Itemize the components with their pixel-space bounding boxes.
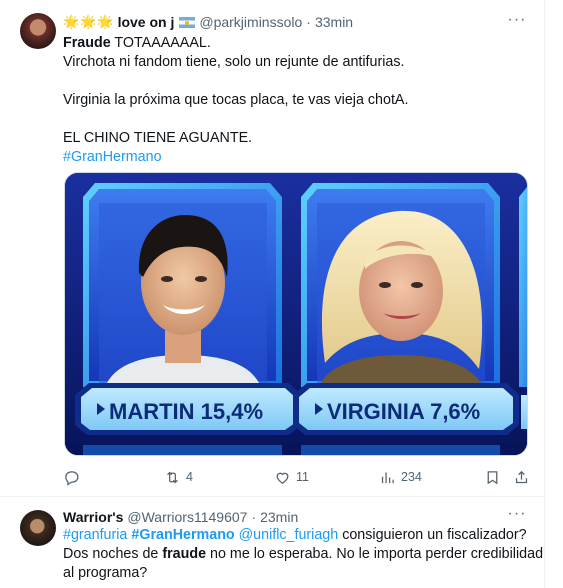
separator-dot: · xyxy=(306,14,311,30)
bold-word: fraude xyxy=(162,546,207,562)
text-fragment: no me lo esperaba. No le importa perder … xyxy=(206,546,544,562)
text-fragment: Dos noches de xyxy=(63,546,163,562)
mention-link[interactable]: @uniflc_furiagh xyxy=(239,527,339,543)
tweet-text: Fraude TOTAAAAAAL. Virchota ni fandom ti… xyxy=(63,34,533,167)
argentina-flag-icon xyxy=(179,16,196,28)
text-line: EL CHINO TIENE AGUANTE. xyxy=(63,130,253,146)
contestant-cards-image: MARTIN 15,4% VIRGINIA 7,6% xyxy=(65,173,527,455)
analytics-icon xyxy=(381,472,394,483)
text-line: Dos noches de fraude no me lo esperaba. … xyxy=(63,545,543,564)
views-button[interactable]: 234 xyxy=(379,467,422,487)
tweet-actions: 4 11 234 xyxy=(63,467,528,487)
retweet-count: 4 xyxy=(186,470,193,484)
display-name[interactable]: Warrior's xyxy=(63,509,123,525)
like-count: 11 xyxy=(296,470,309,484)
views-count: 234 xyxy=(401,470,422,484)
tweet[interactable]: Warrior's @Warriors1149607 · 23min ··· #… xyxy=(0,497,545,588)
label-text: VIRGINIA 7,6% xyxy=(327,399,480,424)
tweet-text: #granfuria #GranHermano @uniflc_furiagh … xyxy=(63,526,543,583)
like-button[interactable]: 11 xyxy=(274,467,309,487)
more-horizontal-icon[interactable]: ··· xyxy=(507,12,527,33)
user-handle[interactable]: @parkjiminssolo xyxy=(199,14,302,30)
bold-word: Fraude xyxy=(63,35,111,51)
timestamp[interactable]: 23min xyxy=(260,509,298,525)
star-emoji: 🌟🌟🌟 xyxy=(63,14,115,29)
bookmark-button[interactable] xyxy=(484,467,506,487)
text-fragment: TOTAAAAAAL. xyxy=(110,35,211,51)
tweet-header: Warrior's @Warriors1149607 · 23min xyxy=(63,507,298,527)
text-line: Fraude TOTAAAAAAL. xyxy=(63,34,533,53)
text-line: Virginia la próxima que tocas placa, te … xyxy=(63,92,409,108)
text-line: al programa? xyxy=(63,565,148,581)
hashtag-link[interactable]: #GranHermano xyxy=(131,527,234,543)
avatar[interactable] xyxy=(20,13,56,49)
hashtag-link[interactable]: #granfuria xyxy=(63,527,127,543)
label-virginia: VIRGINIA 7,6% xyxy=(293,383,519,435)
avatar[interactable] xyxy=(20,510,56,546)
separator-dot: · xyxy=(251,509,257,525)
label-martin: MARTIN 15,4% xyxy=(75,383,301,435)
share-button[interactable] xyxy=(513,467,535,487)
timestamp[interactable]: 33min xyxy=(315,14,353,30)
tweet-image[interactable]: MARTIN 15,4% VIRGINIA 7,6% xyxy=(64,172,528,456)
retweet-button[interactable]: 4 xyxy=(164,467,193,487)
timeline: 🌟🌟🌟 love on j @parkjiminssolo · 33min ··… xyxy=(0,0,545,588)
retweet-icon xyxy=(167,471,178,483)
card-martin xyxy=(83,183,282,387)
text-line: #granfuria #GranHermano @uniflc_furiagh … xyxy=(63,526,533,545)
text-line: Virchota ni fandom tiene, solo un rejunt… xyxy=(63,54,405,70)
user-handle[interactable]: @Warriors1149607 xyxy=(127,509,247,525)
tweet-header: 🌟🌟🌟 love on j @parkjiminssolo · 33min xyxy=(63,12,353,32)
hashtag-link[interactable]: #GranHermano xyxy=(63,148,533,167)
more-horizontal-icon[interactable]: ··· xyxy=(507,506,527,527)
reply-icon xyxy=(65,470,79,486)
tweet[interactable]: 🌟🌟🌟 love on j @parkjiminssolo · 33min ··… xyxy=(0,0,545,497)
display-name[interactable]: love on j xyxy=(118,14,175,30)
label-text: MARTIN 15,4% xyxy=(109,399,263,424)
bookmark-icon xyxy=(487,470,498,484)
reply-button[interactable] xyxy=(63,467,85,487)
text-fragment: consiguieron un fiscalizador? xyxy=(338,527,527,543)
heart-icon xyxy=(276,472,289,484)
card-virginia xyxy=(301,183,500,387)
share-icon xyxy=(515,470,528,483)
